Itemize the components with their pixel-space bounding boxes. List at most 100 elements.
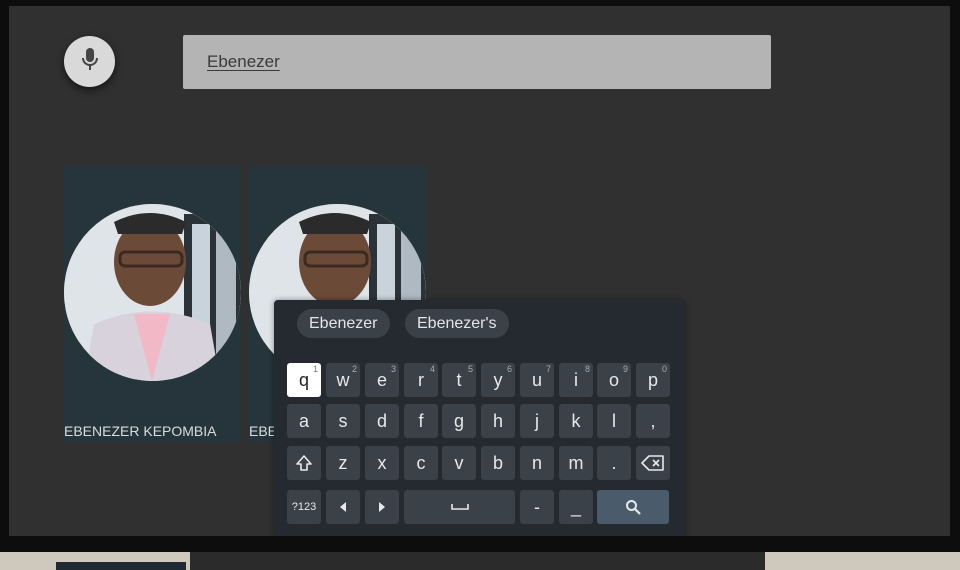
voice-search-button[interactable]: [64, 36, 115, 87]
key-number-hint: 9: [622, 364, 628, 374]
key-h[interactable]: h: [481, 404, 515, 438]
key-label: t: [456, 369, 462, 390]
key-number-hint: 6: [506, 364, 512, 374]
key-comma[interactable]: ,: [636, 404, 670, 438]
search-key[interactable]: [597, 490, 669, 524]
key-r[interactable]: r4: [404, 363, 438, 397]
space-key[interactable]: [404, 490, 515, 524]
backspace-icon: [641, 455, 665, 471]
key-f[interactable]: f: [404, 404, 438, 438]
space-icon: [450, 503, 469, 511]
arrow-right-icon: [377, 501, 387, 513]
key-n[interactable]: n: [520, 446, 554, 480]
search-icon: [625, 499, 641, 515]
profile-photo: [64, 204, 241, 381]
key-q[interactable]: q1: [287, 363, 321, 397]
key-label: j: [535, 410, 539, 431]
key-number-hint: 8: [584, 364, 590, 374]
suggestion-bar: Ebenezer Ebenezer's: [274, 300, 685, 346]
key-label: k: [571, 410, 581, 431]
backspace-key[interactable]: [636, 446, 670, 480]
symbols-key[interactable]: ?123: [287, 490, 321, 524]
key-label: f: [418, 410, 424, 431]
key-k[interactable]: k: [559, 404, 593, 438]
search-query-text: Ebenezer: [207, 52, 280, 71]
key-w[interactable]: w2: [326, 363, 360, 397]
result-card[interactable]: EBENEZER KEPOMBIA: [64, 166, 241, 442]
screen-bezel-bottom: [0, 552, 960, 570]
key-label: c: [416, 452, 426, 473]
microphone-icon: [80, 46, 100, 77]
key-o[interactable]: o9: [597, 363, 631, 397]
key-dash[interactable]: -: [520, 490, 554, 524]
key-label: z: [338, 452, 348, 473]
key-number-hint: 4: [429, 364, 435, 374]
key-label: ?123: [291, 501, 317, 513]
key-label: p: [647, 369, 658, 390]
key-label: r: [418, 369, 424, 390]
key-t[interactable]: t5: [442, 363, 476, 397]
result-name: EBENEZER KEPOMBIA: [64, 423, 217, 439]
key-m[interactable]: m: [559, 446, 593, 480]
key-number-hint: 7: [545, 364, 551, 374]
key-label: n: [531, 452, 542, 473]
key-label: .: [611, 452, 617, 473]
key-label: v: [454, 452, 464, 473]
key-j[interactable]: j: [520, 404, 554, 438]
key-label: d: [376, 410, 387, 431]
key-label: x: [377, 452, 387, 473]
key-p[interactable]: p0: [636, 363, 670, 397]
suggestion-chip[interactable]: Ebenezer: [297, 309, 390, 338]
key-e[interactable]: e3: [365, 363, 399, 397]
key-label: g: [453, 410, 464, 431]
key-label: ,: [650, 410, 656, 431]
tv-screen: Ebenezer EBENEZER KEPOMBIA EBE Ebenezer …: [9, 6, 950, 536]
key-number-hint: 3: [390, 364, 396, 374]
arrow-left-icon: [338, 501, 348, 513]
suggestion-chip[interactable]: Ebenezer's: [405, 309, 509, 338]
key-g[interactable]: g: [442, 404, 476, 438]
key-i[interactable]: i8: [559, 363, 593, 397]
on-screen-keyboard: Ebenezer Ebenezer's q1w2e3r4t5y6u7i8o9p0…: [274, 300, 685, 536]
tv-stand: [190, 552, 765, 570]
shift-icon: [295, 454, 313, 472]
key-label: i: [574, 369, 578, 390]
key-x[interactable]: x: [365, 446, 399, 480]
key-label: w: [336, 369, 350, 390]
key-s[interactable]: s: [326, 404, 360, 438]
key-label: q: [298, 369, 309, 390]
key-b[interactable]: b: [481, 446, 515, 480]
key-label: l: [612, 410, 616, 431]
key-period[interactable]: .: [597, 446, 631, 480]
key-z[interactable]: z: [326, 446, 360, 480]
cursor-left-key[interactable]: [326, 490, 360, 524]
key-label: -: [534, 496, 540, 517]
key-label: s: [338, 410, 348, 431]
key-label: _: [570, 496, 581, 517]
key-number-hint: 1: [312, 364, 318, 374]
key-d[interactable]: d: [365, 404, 399, 438]
key-number-hint: 5: [467, 364, 473, 374]
key-c[interactable]: c: [404, 446, 438, 480]
background-wall: [765, 552, 960, 570]
key-v[interactable]: v: [442, 446, 476, 480]
key-label: u: [531, 369, 542, 390]
key-label: h: [492, 410, 503, 431]
background-object: [56, 562, 186, 570]
key-y[interactable]: y6: [481, 363, 515, 397]
key-label: b: [492, 452, 503, 473]
key-a[interactable]: a: [287, 404, 321, 438]
result-name: EBE: [249, 423, 278, 439]
key-l[interactable]: l: [597, 404, 631, 438]
shift-key[interactable]: [287, 446, 321, 480]
key-label: a: [298, 410, 309, 431]
key-label: y: [493, 369, 503, 390]
cursor-right-key[interactable]: [365, 490, 399, 524]
key-label: e: [376, 369, 387, 390]
search-input[interactable]: Ebenezer: [183, 35, 771, 89]
key-number-hint: 0: [661, 364, 667, 374]
key-label: o: [608, 369, 619, 390]
key-underscore[interactable]: _: [559, 490, 593, 524]
key-u[interactable]: u7: [520, 363, 554, 397]
key-label: m: [568, 452, 584, 473]
